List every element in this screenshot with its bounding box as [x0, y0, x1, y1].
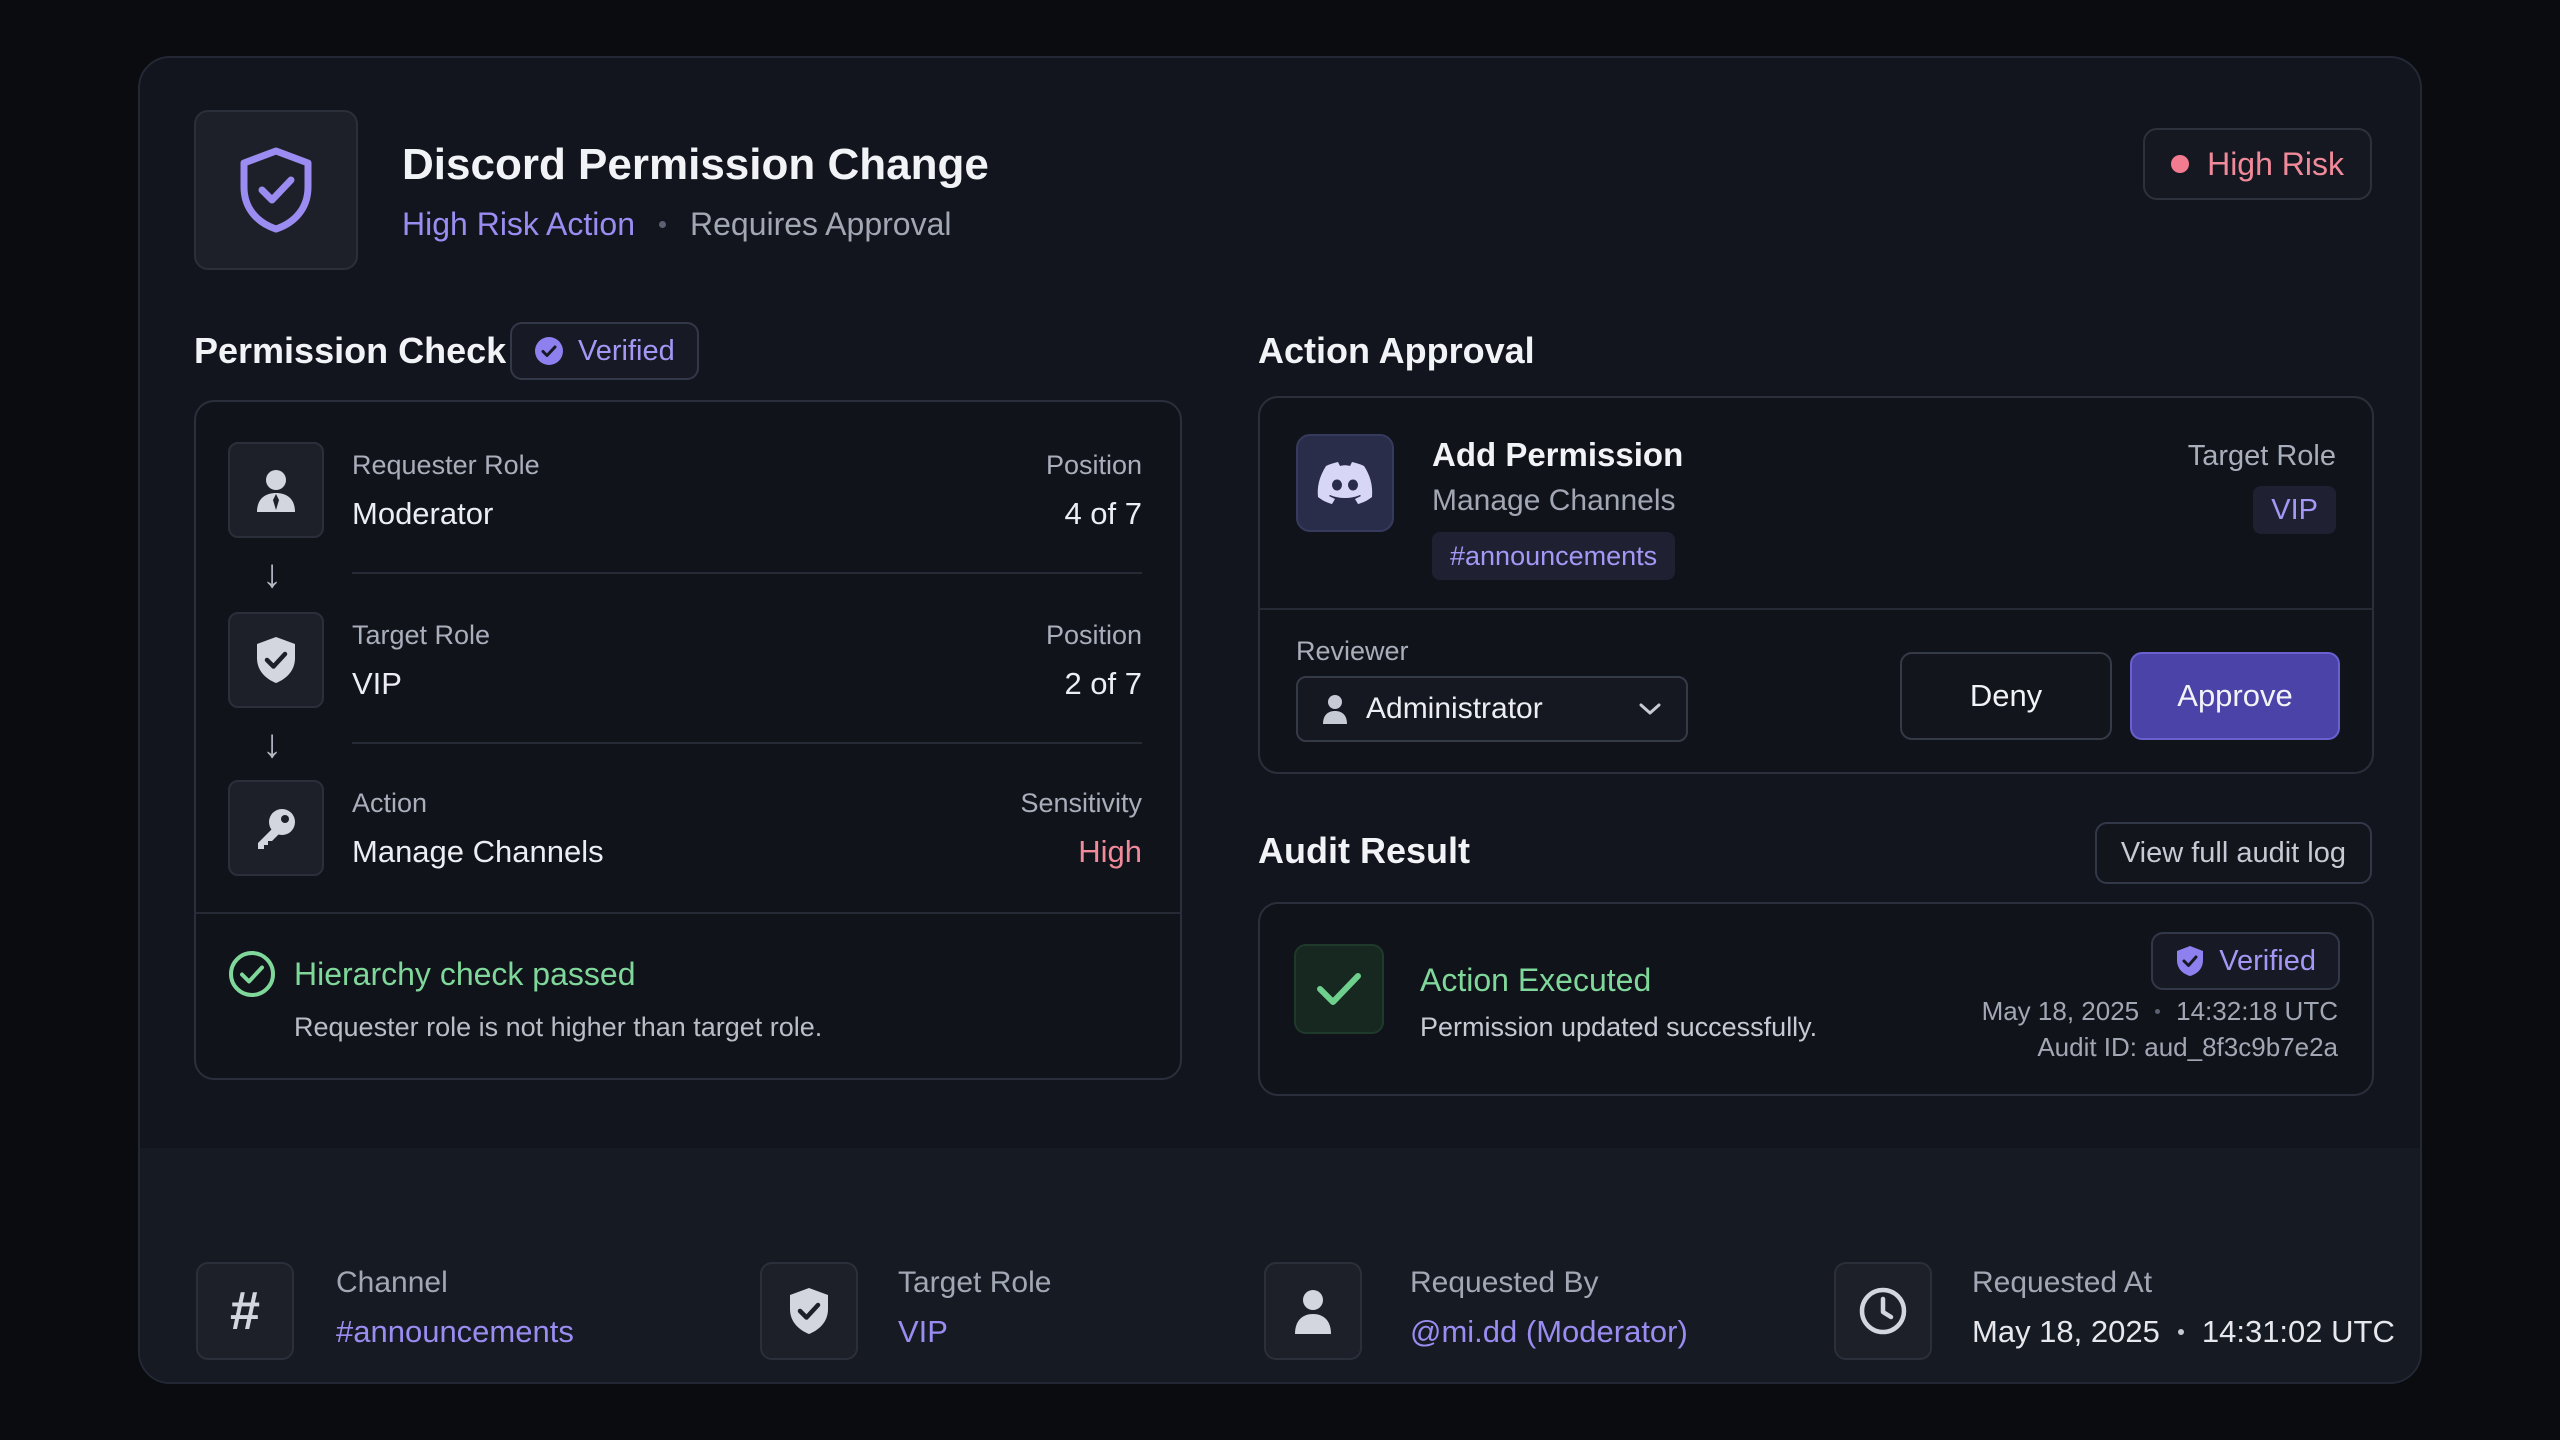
approval-status-label: Requires Approval	[689, 206, 952, 242]
requested-by-link[interactable]: @mi.dd (Moderator)	[1410, 1314, 1688, 1350]
user-icon	[1264, 1262, 1362, 1360]
permission-check-title: Permission Check	[194, 330, 507, 371]
sensitivity-value: High	[1078, 834, 1142, 869]
arrow-down-icon: ↓	[262, 722, 282, 766]
risk-badge-label: High Risk	[2207, 145, 2344, 182]
shield-check-icon	[228, 612, 324, 708]
audit-verified-label: Verified	[2219, 944, 2316, 977]
shield-check-icon	[760, 1262, 858, 1360]
requester-position-value: 4 of 7	[1064, 496, 1142, 531]
discord-icon	[1296, 434, 1394, 532]
action-approval-panel: Add Permission Manage Channels #announce…	[1258, 396, 2374, 774]
requested-by-label: Requested By	[1410, 1266, 1599, 1299]
sensitivity-label: Sensitivity	[1020, 788, 1142, 818]
audit-result-title: Audit Result	[1258, 830, 1470, 871]
page-subtitle: High Risk Action Requires Approval	[402, 206, 951, 243]
user-icon	[228, 442, 324, 538]
request-summary-footer: # Channel #announcements Target Role VIP…	[140, 1148, 2420, 1382]
audit-date: May 18, 2025	[1981, 996, 2140, 1026]
reviewer-label: Reviewer	[1296, 636, 1409, 666]
audit-result-desc: Permission updated successfully.	[1420, 1012, 1818, 1042]
action-label: Action	[352, 788, 428, 818]
check-circle-icon	[229, 951, 275, 997]
channel-link[interactable]: #announcements	[336, 1314, 574, 1350]
audit-verified-badge: Verified	[2151, 932, 2340, 990]
requester-role-label: Requester Role	[352, 450, 540, 480]
requested-at-value: May 18, 2025 14:31:02 UTC	[1972, 1314, 2395, 1350]
separator-dot	[2155, 1009, 2161, 1014]
audit-result-panel: Action Executed Permission updated succe…	[1258, 902, 2374, 1096]
arrow-down-icon: ↓	[262, 552, 282, 596]
row-divider	[352, 742, 1142, 744]
requested-at-label: Requested At	[1972, 1266, 2153, 1299]
hierarchy-result-title: Hierarchy check passed	[294, 956, 636, 992]
approve-button[interactable]: Approve	[2130, 652, 2340, 740]
shield-check-icon	[194, 110, 358, 270]
risk-action-label: High Risk Action	[402, 206, 635, 242]
verified-badge: Verified	[510, 322, 699, 380]
target-role-tag: VIP	[2253, 486, 2336, 534]
key-icon	[228, 780, 324, 876]
hash-icon: #	[196, 1262, 294, 1360]
requested-at-time: 14:31:02 UTC	[2201, 1314, 2395, 1349]
target-position-value: 2 of 7	[1064, 666, 1142, 701]
action-approval-title: Action Approval	[1258, 330, 1535, 371]
audit-timestamp: May 18, 2025 14:32:18 UTC	[1982, 996, 2338, 1027]
requester-role-value: Moderator	[352, 496, 494, 531]
clock-icon	[1834, 1262, 1932, 1360]
action-title: Add Permission	[1432, 436, 1684, 473]
hierarchy-result-desc: Requester role is not higher than target…	[294, 1012, 823, 1042]
user-icon	[1323, 695, 1347, 724]
action-permission: Manage Channels	[1432, 484, 1676, 517]
footer-target-role-value[interactable]: VIP	[898, 1314, 948, 1350]
audit-result-status: Action Executed	[1420, 962, 1652, 998]
channel-tag: #announcements	[1432, 532, 1676, 580]
permission-change-card: Discord Permission Change High Risk Acti…	[138, 56, 2422, 1384]
verified-badge-label: Verified	[578, 334, 675, 367]
reviewer-value: Administrator	[1366, 692, 1543, 725]
separator-dot	[658, 221, 666, 228]
reviewer-select[interactable]: Administrator	[1296, 676, 1688, 742]
view-audit-log-button[interactable]: View full audit log	[2094, 822, 2372, 884]
page-title: Discord Permission Change	[402, 140, 989, 189]
separator-dot	[2177, 1329, 2184, 1335]
shield-check-icon	[2177, 946, 2204, 976]
action-value: Manage Channels	[352, 834, 604, 869]
channel-label: Channel	[336, 1266, 448, 1299]
chevron-down-icon	[1639, 703, 1661, 715]
target-position-label: Position	[1045, 620, 1142, 650]
section-divider	[1260, 608, 2372, 610]
deny-button[interactable]: Deny	[1900, 652, 2112, 740]
target-role-label: Target Role	[2187, 440, 2336, 472]
permission-check-panel: Requester Role Moderator Position 4 of 7…	[194, 400, 1182, 1080]
target-role-value: VIP	[352, 666, 402, 701]
requested-at-date: May 18, 2025	[1972, 1314, 2160, 1349]
check-icon	[1294, 944, 1384, 1034]
audit-time: 14:32:18 UTC	[2176, 996, 2338, 1026]
row-divider	[352, 572, 1142, 574]
verified-check-icon	[535, 337, 563, 365]
risk-dot-icon	[2171, 155, 2190, 173]
risk-badge: High Risk	[2143, 128, 2372, 200]
target-role-label: Target Role	[352, 620, 491, 650]
section-divider	[196, 912, 1180, 914]
footer-target-role-label: Target Role	[898, 1266, 1052, 1299]
audit-id: Audit ID: aud_8f3c9b7e2a	[2037, 1032, 2338, 1062]
requester-position-label: Position	[1045, 450, 1142, 480]
